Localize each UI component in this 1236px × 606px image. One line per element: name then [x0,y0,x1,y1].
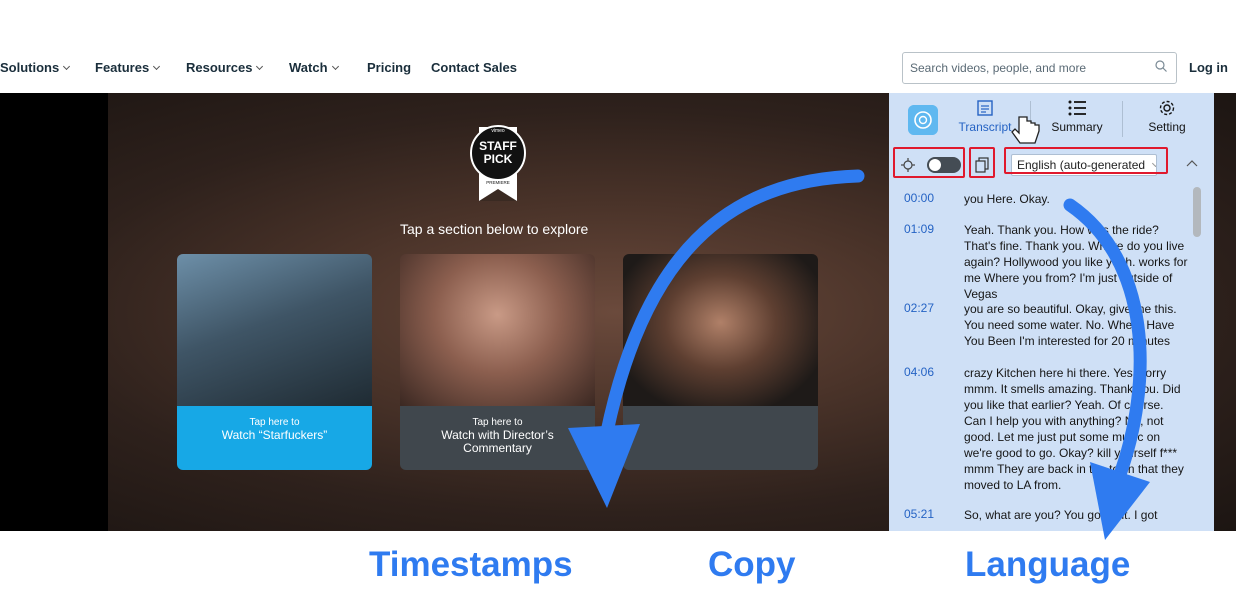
nav-item-contact-sales[interactable]: Contact Sales [431,60,517,75]
nav-item-features[interactable]: Features [95,60,161,75]
caption-copy: Copy [708,545,796,584]
transcript-text: Yeah. Thank you. How was the ride? That'… [964,223,1188,301]
transcript-text: So, what are you? You go for it. I got [964,508,1158,522]
card-footer: Tap here to Watch “Starfuckers” [177,406,372,470]
badge-line1: STAFF [479,139,517,153]
chevron-down-icon [256,62,264,71]
nav-item-pricing[interactable]: Pricing [367,60,411,75]
chatgpt-logo-icon [908,105,938,135]
timestamp-link[interactable]: 00:00 [904,191,934,205]
timestamp-link[interactable]: 05:21 [904,507,934,521]
tab-divider [1122,101,1123,137]
language-highlight-box [1004,147,1168,174]
panel-tab-bar: Transcript Summary Setting [889,93,1214,145]
chevron-down-icon [331,62,339,71]
caption-language: Language [965,545,1131,584]
transcript-scrollbar[interactable] [1193,187,1201,237]
caption-timestamps: Timestamps [369,545,573,584]
staff-pick-badge: vimeo STAFF PICK PREMIERE [470,125,526,201]
search-placeholder: Search videos, people, and more [910,61,1087,75]
chevron-down-icon [153,62,161,71]
card-thumbnail [623,254,818,406]
nav-item-watch[interactable]: Watch [289,60,339,75]
chevron-down-icon [63,62,71,71]
search-icon[interactable] [1154,59,1168,73]
card-watch-film[interactable]: Tap here to Watch “Starfuckers” [177,254,372,470]
transcript-text: crazy Kitchen here hi there. Yes, sorry … [964,366,1184,492]
transcript-panel: Transcript Summary Setting English (auto… [889,93,1214,531]
chevron-up-icon[interactable] [1186,159,1198,167]
transcript-text: you are so beautiful. Okay, give me this… [964,302,1177,348]
gear-icon [1159,100,1175,116]
timestamp-link[interactable]: 04:06 [904,365,934,379]
transcript-list: 00:00 you Here. Okay. 01:09 Yeah. Thank … [889,187,1214,531]
transcript-icon [977,100,993,116]
card-thumbnail [400,254,595,406]
timestamps-highlight-box [893,147,965,178]
timestamp-link[interactable]: 02:27 [904,301,934,315]
tap-section-title: Tap a section below to explore [400,221,589,237]
hand-cursor-icon [1011,116,1040,144]
list-icon [1068,100,1086,116]
badge-top-text: vimeo [491,128,505,134]
transcript-toolbar: English (auto-generated [889,147,1214,183]
card-cast-photo[interactable] [623,254,818,470]
screenshot-canvas: { "nav": { "items": [ {"label": "Solutio… [0,0,1236,606]
badge-line2: PICK [484,152,513,166]
nav-item-resources[interactable]: Resources [186,60,264,75]
card-thumbnail [177,254,372,406]
timestamp-link[interactable]: 01:09 [904,222,934,236]
badge-bottom-text: PREMIERE [486,180,510,185]
tab-transcript[interactable]: Transcript [957,99,1013,134]
search-input[interactable]: Search videos, people, and more [902,52,1177,84]
transcript-text: you Here. Okay. [964,192,1050,206]
card-footer [623,406,818,470]
login-link[interactable]: Log in [1189,60,1228,75]
card-footer: Tap here to Watch with Director’s Commen… [400,406,595,470]
copy-highlight-box [969,147,995,178]
tab-setting[interactable]: Setting [1139,99,1195,134]
card-directors-commentary[interactable]: Tap here to Watch with Director’s Commen… [400,254,595,470]
tab-summary[interactable]: Summary [1045,99,1109,134]
nav-item-solutions[interactable]: Solutions [0,60,71,75]
top-navigation: Solutions Features Resources Watch Prici… [0,50,1236,86]
